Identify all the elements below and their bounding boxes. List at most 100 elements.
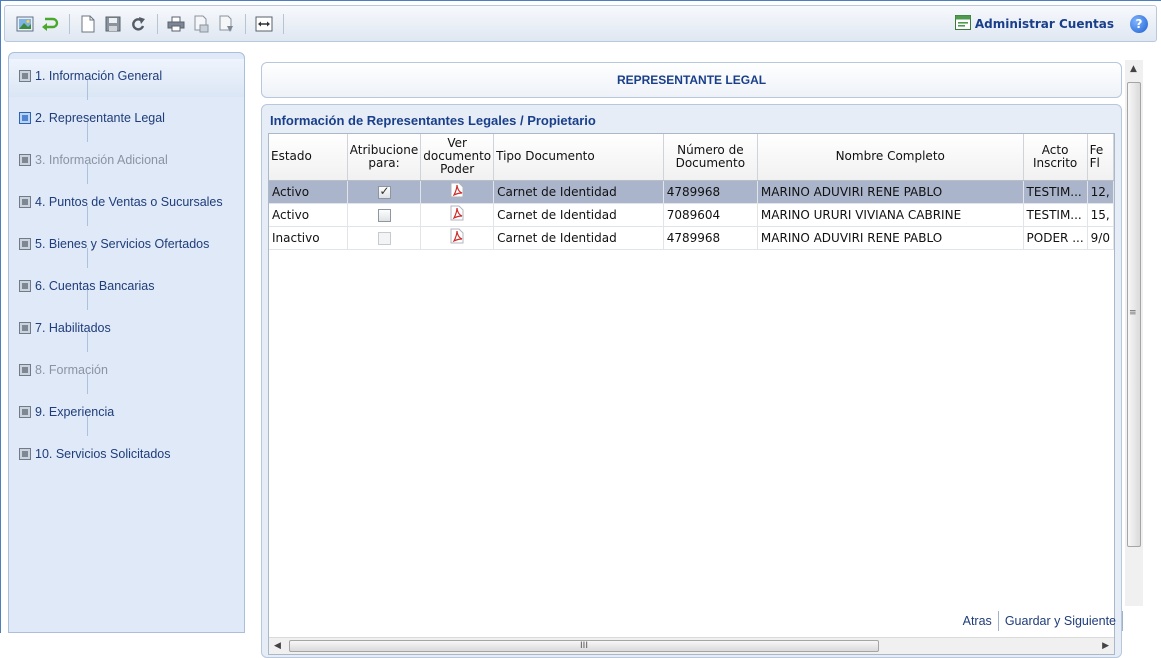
cell-tipo-documento: Carnet de Identidad (494, 180, 664, 203)
atribuciones-checkbox[interactable] (378, 186, 391, 199)
step-connector (87, 164, 88, 184)
column-header-label: Acto (1042, 143, 1069, 157)
print-icon[interactable] (166, 14, 186, 34)
pdf-icon[interactable] (450, 228, 464, 247)
cell-estado: Activo (269, 203, 347, 226)
cell-fecha: 15, (1087, 203, 1113, 226)
sidebar-item-formacion: 8. Formación (9, 353, 244, 391)
main-content: REPRESENTANTE LEGAL Información de Repre… (253, 52, 1124, 633)
refresh-icon[interactable] (128, 14, 148, 34)
cell-tipo-documento: Carnet de Identidad (494, 226, 664, 249)
column-header-nombre-completo[interactable]: Nombre Completo (757, 134, 1023, 180)
save-icon[interactable] (103, 14, 123, 34)
column-header-ver-documento[interactable]: Ver documento Poder (421, 134, 494, 180)
column-header-label: Inscrito (1033, 156, 1077, 170)
sidebar-item-bienes-y-servicios[interactable]: 5. Bienes y Servicios Ofertados (9, 227, 244, 265)
sidebar-item-habilitados[interactable]: 7. Habilitados (9, 311, 244, 349)
administrar-cuentas-link[interactable]: Administrar Cuentas (955, 15, 1114, 33)
column-header-estado[interactable]: Estado (269, 134, 347, 180)
step-connector (87, 248, 88, 268)
toolbar-separator (69, 14, 70, 34)
cell-atribuciones (347, 180, 420, 203)
export-icon[interactable] (191, 14, 211, 34)
horizontal-scroll-thumb[interactable]: III (289, 640, 879, 652)
sidebar-item-representante-legal[interactable]: 2. Representante Legal (9, 101, 244, 139)
column-header-label: para: (368, 156, 399, 170)
column-header-acto-inscrito[interactable]: Acto Inscrito (1023, 134, 1087, 180)
table-row[interactable]: Activo Carnet de Identidad 7089604 MARIN… (269, 203, 1114, 226)
column-header-label: Estado (271, 149, 312, 163)
representantes-panel: Información de Representantes Legales / … (261, 104, 1122, 658)
pdf-icon[interactable] (450, 182, 464, 201)
horizontal-scrollbar[interactable]: ◀ III ▶ (269, 637, 1114, 654)
step-connector (87, 332, 88, 352)
grid-title: Información de Representantes Legales / … (270, 113, 596, 128)
scroll-left-icon[interactable]: ◀ (274, 641, 281, 651)
sidebar-item-label: 1. Información General (35, 69, 162, 83)
table-row[interactable]: Activo Carnet de Identidad 4789968 MARIN… (269, 180, 1114, 203)
sidebar-item-informacion-adicional: 3. Información Adicional (9, 143, 244, 181)
sidebar-item-cuentas-bancarias[interactable]: 6. Cuentas Bancarias (9, 269, 244, 307)
sidebar-item-experiencia[interactable]: 9. Experiencia (9, 395, 244, 433)
save-and-next-button[interactable]: Guardar y Siguiente (998, 611, 1122, 631)
administrar-cuentas-label: Administrar Cuentas (975, 17, 1114, 31)
new-document-icon[interactable] (78, 14, 98, 34)
expand-icon[interactable] (254, 14, 274, 34)
sidebar-item-label: 9. Experiencia (35, 405, 114, 419)
step-status-icon (19, 364, 31, 376)
sidebar-nav: 1. Información General 2. Representante … (8, 52, 245, 633)
scroll-right-icon[interactable]: ▶ (1102, 641, 1109, 651)
cell-ver-documento (421, 226, 494, 249)
atribuciones-checkbox[interactable] (378, 209, 391, 222)
cell-acto-inscrito: TESTIM... (1023, 203, 1087, 226)
step-connector (87, 290, 88, 310)
sidebar-item-informacion-general[interactable]: 1. Información General (9, 59, 244, 97)
toolbar-right: Administrar Cuentas ? (955, 6, 1148, 41)
scroll-grip-icon: ≡ (1129, 308, 1137, 318)
step-status-icon (19, 238, 31, 250)
column-header-label: Ver (447, 136, 467, 150)
column-header-label: Tipo Documento (496, 149, 595, 163)
undo-icon[interactable] (40, 14, 60, 34)
cell-nombre-completo: MARINO ADUVIRI RENE PABLO (757, 226, 1023, 249)
step-status-icon (19, 196, 31, 208)
cell-acto-inscrito: PODER ... (1023, 226, 1087, 249)
sidebar-item-label: 5. Bienes y Servicios Ofertados (35, 237, 209, 251)
toolbar-separator (157, 14, 158, 34)
sidebar-item-label: 3. Información Adicional (35, 153, 168, 167)
toolbar-separator (283, 14, 284, 34)
column-header-tipo-documento[interactable]: Tipo Documento (494, 134, 664, 180)
sidebar-item-servicios-solicitados[interactable]: 10. Servicios Solicitados (9, 437, 244, 475)
toolbar-separator (245, 14, 246, 34)
representantes-table: Estado Atribucione para: Ver documento P… (269, 134, 1114, 250)
step-connector (87, 416, 88, 436)
sidebar-item-puntos-de-ventas[interactable]: 4. Puntos de Ventas o Sucursales (9, 185, 244, 223)
column-header-label: Número de (677, 143, 743, 157)
vertical-scrollbar[interactable]: ▲ ≡ (1125, 60, 1143, 606)
step-status-icon (19, 406, 31, 418)
column-header-numero-documento[interactable]: Número de Documento (663, 134, 757, 180)
step-status-icon (19, 112, 31, 124)
sidebar-item-label: 4. Puntos de Ventas o Sucursales (35, 195, 223, 209)
cell-fecha: 12, (1087, 180, 1113, 203)
table-row[interactable]: Inactivo Carnet de Identidad 4789968 MAR… (269, 226, 1114, 249)
column-header-label: Nombre Completo (836, 149, 945, 163)
table-header-row: Estado Atribucione para: Ver documento P… (269, 134, 1114, 180)
actions-divider (1122, 611, 1123, 631)
pdf-icon[interactable] (450, 205, 464, 224)
export-down-icon[interactable] (216, 14, 236, 34)
column-header-fecha[interactable]: Fe Fl (1087, 134, 1113, 180)
column-header-label: Poder (440, 162, 474, 176)
column-header-atribuciones[interactable]: Atribucione para: (347, 134, 420, 180)
column-header-label: documento (423, 149, 491, 163)
step-status-icon (19, 448, 31, 460)
step-connector (87, 374, 88, 394)
step-connector (87, 206, 88, 226)
help-icon[interactable]: ? (1130, 15, 1148, 33)
column-header-label: Fe (1090, 143, 1104, 157)
back-button[interactable]: Atras (957, 611, 998, 631)
cell-numero-documento: 4789968 (663, 180, 757, 203)
scroll-up-icon[interactable]: ▲ (1130, 64, 1137, 74)
cell-numero-documento: 7089604 (663, 203, 757, 226)
image-icon[interactable] (15, 14, 35, 34)
